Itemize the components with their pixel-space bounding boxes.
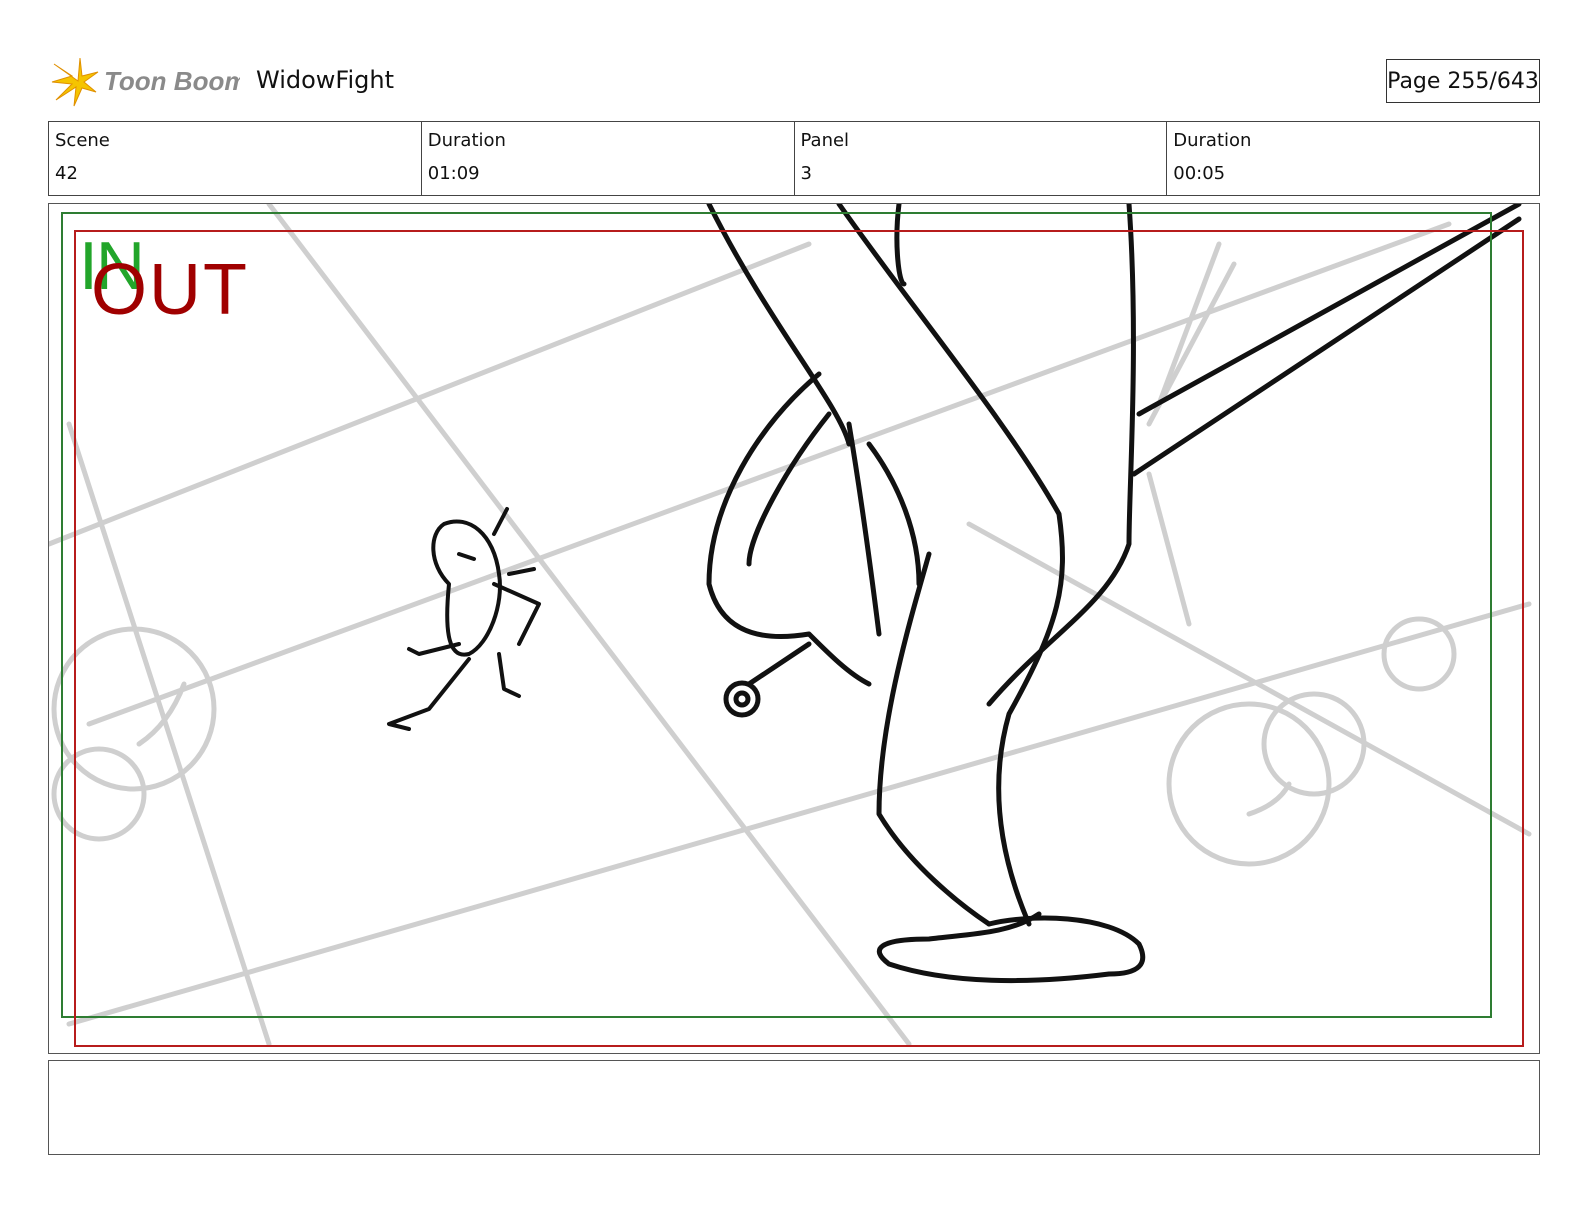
panel-value: 3	[800, 163, 812, 184]
project-title: WidowFight	[256, 66, 394, 94]
panel-duration-label: Duration	[1173, 130, 1252, 151]
out-field-guide	[74, 230, 1524, 1047]
scene-value: 42	[55, 163, 78, 184]
scene-cell: Scene 42	[49, 122, 421, 195]
scene-duration-value: 01:09	[427, 163, 480, 184]
dialog-notes-box	[48, 1060, 1540, 1155]
panel-duration-cell: Duration 00:05	[1166, 122, 1539, 195]
out-field-label: OUT	[91, 250, 249, 330]
panel-cell: Panel 3	[793, 122, 1167, 195]
scene-label: Scene	[55, 130, 110, 151]
starburst-icon	[51, 57, 99, 107]
panel-duration-value: 00:05	[1173, 163, 1226, 184]
storyboard-panel: IN OUT	[48, 203, 1540, 1054]
brand-wordmark: Toon Boom	[104, 66, 240, 96]
page-number: Page 255/643	[1386, 59, 1540, 103]
toon-boom-logo: Toon Boom	[50, 54, 240, 108]
panel-label: Panel	[800, 130, 850, 151]
scene-duration-cell: Duration 01:09	[420, 122, 794, 195]
scene-info-table: Scene 42 Duration 01:09 Panel 3 Duration…	[48, 121, 1540, 196]
scene-duration-label: Duration	[427, 130, 506, 151]
